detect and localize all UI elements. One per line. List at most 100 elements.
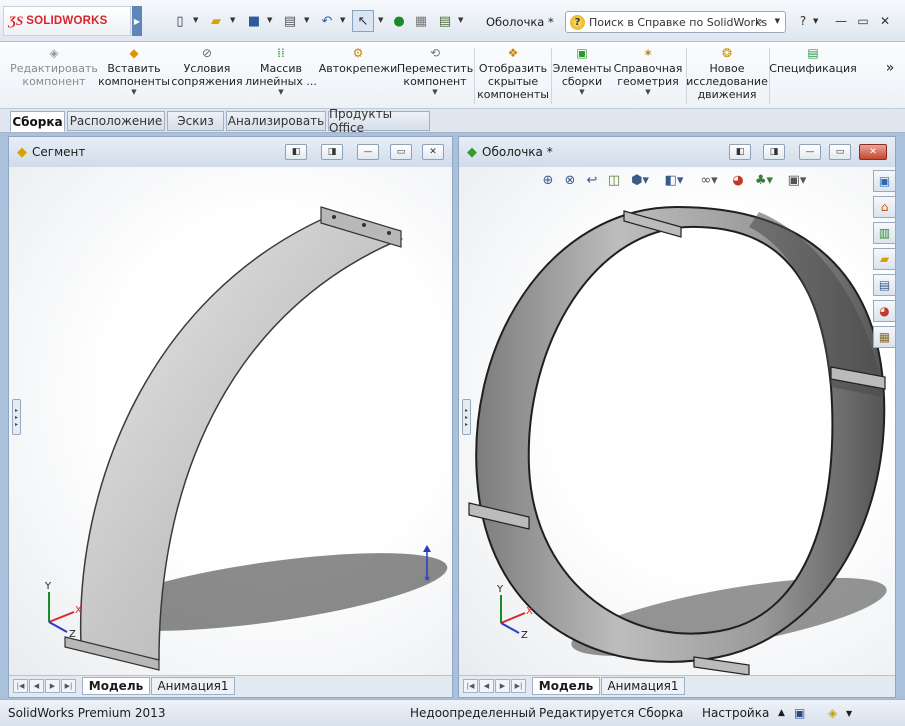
minimize-button[interactable]: — — [799, 144, 821, 160]
open-icon[interactable]: ▰ — [207, 10, 225, 32]
chevron-down-icon[interactable]: ▼ — [432, 88, 437, 96]
shell-model-view[interactable]: Y X Z — [459, 167, 895, 676]
tile-left-button[interactable]: ◧ — [729, 144, 751, 160]
status-settings[interactable]: Настройка — [702, 706, 769, 720]
undo-icon[interactable]: ↶ — [318, 10, 336, 32]
first-tab-button[interactable]: |◀ — [463, 679, 478, 693]
tab-model[interactable]: Модель — [82, 677, 150, 695]
tag-icon[interactable]: ◈ — [828, 706, 837, 720]
tab-animation[interactable]: Анимация1 — [601, 677, 685, 695]
previous-view-icon[interactable]: ↩ — [583, 170, 601, 190]
close-button[interactable]: ✕ — [859, 144, 887, 160]
tile-right-button[interactable]: ◨ — [763, 144, 785, 160]
tab-assembly[interactable]: Сборка — [10, 111, 65, 132]
new-document-icon[interactable]: ▯ — [172, 10, 188, 32]
design-library-icon[interactable]: ▥ — [873, 222, 896, 244]
options-icon[interactable]: ▤ — [436, 10, 454, 32]
assembly-features-button[interactable]: ▣ Элементы сборки ▼ — [553, 44, 612, 107]
chevron-down-icon[interactable]: ▼ — [267, 16, 272, 24]
document-window-segment[interactable]: ◆ Сегмент ◧ ◨ — ▭ ✕ Y X Z ✶ ▸ ▸ ▸ |◀ ◀ ▶… — [8, 136, 453, 698]
graphics-area[interactable]: Y X Z ✶ — [9, 167, 452, 675]
save-icon[interactable]: ■ — [245, 10, 263, 32]
maximize-button[interactable]: ▭ — [390, 144, 412, 160]
move-component-button[interactable]: ⟲ Переместить компонент ▼ — [397, 44, 473, 107]
tab-evaluate[interactable]: Анализировать — [226, 111, 326, 131]
chevron-down-icon[interactable]: ▼ — [193, 16, 198, 24]
view-palette-icon[interactable]: ▤ — [873, 274, 896, 296]
file-properties-icon[interactable]: ▦ — [412, 10, 430, 32]
prev-tab-button[interactable]: ◀ — [29, 679, 44, 693]
next-tab-button[interactable]: ▶ — [495, 679, 510, 693]
file-explorer-icon[interactable]: ▰ — [873, 248, 896, 270]
chevron-down-icon[interactable]: ▼ — [304, 16, 309, 24]
search-icon[interactable]: ⌕ — [756, 14, 763, 29]
insert-components-button[interactable]: ◆ Вставить компоненты ▼ — [98, 44, 170, 107]
chevron-down-icon[interactable]: ▼ — [230, 16, 235, 24]
segment-model-view[interactable]: Y X Z ✶ — [9, 167, 452, 675]
chevron-down-icon[interactable]: ▼ — [278, 88, 283, 96]
mate-button[interactable]: ⊘ Условия сопряжения — [171, 44, 242, 107]
chevron-down-icon[interactable]: ▼ — [846, 709, 852, 718]
tab-model[interactable]: Модель — [532, 677, 600, 695]
menu-expand-arrow-icon[interactable]: ▶ — [132, 6, 142, 36]
display-style-icon[interactable]: ◧▾ — [661, 170, 687, 190]
bill-of-materials-button[interactable]: ▤ Спецификация — [769, 44, 856, 107]
smart-fasteners-button[interactable]: ⚙ Автокрепежи — [319, 44, 398, 107]
appearances-icon[interactable]: ◕ — [873, 300, 896, 322]
view-settings-icon[interactable]: ▣▾ — [783, 170, 811, 190]
tab-layout[interactable]: Расположение — [67, 111, 165, 131]
new-motion-study-button[interactable]: ❂ Новое исследование движения — [686, 44, 768, 107]
zoom-to-fit-icon[interactable]: ⊕ — [539, 170, 557, 190]
help-search-input[interactable]: ? Поиск в Справке по SolidWorks ⌕ ▼ — [565, 11, 786, 33]
document-window-shell[interactable]: ◆ Оболочка * ◧ ◨ — ▭ ✕ Y X Z ⊕ ⊗ ↩ ◫ ⬢▾ … — [458, 136, 896, 698]
reference-geometry-button[interactable]: ✶ Справочная геометрия ▼ — [613, 44, 683, 107]
next-tab-button[interactable]: ▶ — [45, 679, 60, 693]
show-hidden-components-button[interactable]: ❖ Отобразить скрытые компоненты — [477, 44, 549, 107]
rebuild-status-icon[interactable]: ▣ — [794, 706, 805, 720]
panel-expand-handle[interactable]: ▸ ▸ ▸ — [462, 399, 471, 435]
maximize-button[interactable]: ▭ — [829, 144, 851, 160]
view-orientation-icon[interactable]: ⬢▾ — [627, 170, 653, 190]
print-icon[interactable]: ▤ — [281, 10, 299, 32]
zoom-to-area-icon[interactable]: ⊗ — [561, 170, 579, 190]
last-tab-button[interactable]: ▶| — [61, 679, 76, 693]
chevron-down-icon[interactable]: ▼ — [813, 17, 818, 25]
tab-office-products[interactable]: Продукты Office — [328, 107, 430, 135]
solidworks-resources-icon[interactable]: ▣ — [873, 170, 896, 192]
close-button[interactable]: ✕ — [876, 12, 894, 30]
minimize-button[interactable]: — — [357, 144, 379, 160]
chevron-down-icon[interactable]: ▼ — [579, 88, 584, 96]
linear-pattern-button[interactable]: ⁞⁞ Массив линейных ... ▼ — [244, 44, 318, 107]
last-tab-button[interactable]: ▶| — [511, 679, 526, 693]
help-button[interactable]: ? — [794, 12, 812, 30]
restore-button[interactable]: ▭ — [854, 12, 872, 30]
chevron-down-icon[interactable]: ▼ — [131, 88, 136, 96]
apply-scene-icon[interactable]: ♣▾ — [751, 170, 777, 190]
chevron-up-icon[interactable]: ▲ — [778, 708, 785, 718]
tile-right-button[interactable]: ◨ — [321, 144, 343, 160]
edit-component-button[interactable]: ◈ Редактировать компонент — [8, 44, 100, 107]
minimize-button[interactable]: — — [832, 12, 850, 30]
chevron-down-icon[interactable]: ▼ — [458, 16, 463, 24]
prev-tab-button[interactable]: ◀ — [479, 679, 494, 693]
tile-left-button[interactable]: ◧ — [285, 144, 307, 160]
graphics-area[interactable]: Y X Z — [459, 167, 895, 676]
tab-sketch[interactable]: Эскиз — [167, 111, 224, 131]
chevron-down-icon[interactable]: ▼ — [645, 88, 650, 96]
edit-appearance-icon[interactable]: ◕ — [729, 170, 747, 190]
section-view-icon[interactable]: ◫ — [605, 170, 623, 190]
home-icon[interactable]: ⌂ — [873, 196, 896, 218]
tab-animation[interactable]: Анимация1 — [151, 677, 235, 695]
first-tab-button[interactable]: |◀ — [13, 679, 28, 693]
panel-expand-handle[interactable]: ▸ ▸ ▸ — [12, 399, 21, 435]
hide-show-items-icon[interactable]: ∞▾ — [695, 170, 723, 190]
chevron-down-icon[interactable]: ▼ — [378, 16, 383, 24]
custom-properties-icon[interactable]: ▦ — [873, 326, 896, 348]
chevron-down-icon[interactable]: ▼ — [340, 16, 345, 24]
select-icon[interactable]: ↖ — [352, 10, 374, 32]
solidworks-logo[interactable]: ƷS SOLIDWORKS — [3, 6, 131, 36]
status-product: SolidWorks Premium 2013 — [8, 706, 166, 720]
chevron-down-icon[interactable]: ▼ — [775, 17, 780, 25]
rebuild-icon[interactable]: ● — [391, 10, 407, 32]
close-button[interactable]: ✕ — [422, 144, 444, 160]
